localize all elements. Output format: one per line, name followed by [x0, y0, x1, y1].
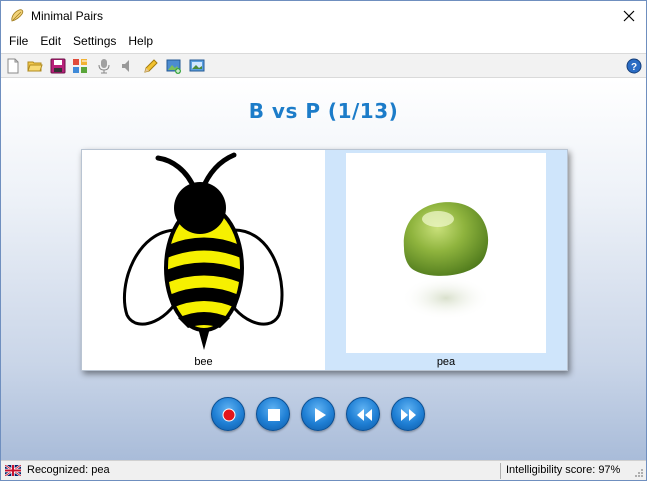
card-label-pea: pea: [436, 356, 456, 368]
new-icon[interactable]: [5, 58, 21, 74]
app-logo-icon: [11, 9, 24, 22]
pencil-icon[interactable]: [143, 58, 159, 74]
fast-forward-button[interactable]: [391, 397, 425, 431]
resize-grip-icon[interactable]: [634, 468, 644, 478]
card-pea[interactable]: pea: [325, 150, 567, 370]
menu-edit[interactable]: Edit: [34, 31, 67, 52]
rewind-icon: [357, 409, 372, 421]
close-button[interactable]: [612, 1, 646, 31]
microphone-icon[interactable]: [96, 58, 112, 74]
app-window: Minimal Pairs File Edit Settings Help ? …: [0, 0, 647, 481]
record-icon: [222, 408, 236, 422]
bee-icon: [122, 152, 284, 350]
intelligibility-score: Intelligibility score: 97%: [506, 464, 621, 476]
window-title: Minimal Pairs: [31, 9, 104, 23]
menu-settings[interactable]: Settings: [67, 31, 122, 52]
main-area: B vs P (1/13) bee pea: [1, 79, 646, 460]
speaker-icon[interactable]: [120, 58, 136, 74]
add-image-icon[interactable]: [166, 58, 182, 74]
play-button[interactable]: [301, 397, 335, 431]
menu-help[interactable]: Help: [122, 31, 159, 52]
pair-heading: B vs P (1/13): [248, 99, 399, 123]
save-icon[interactable]: [50, 58, 66, 74]
menu-bar: File Edit Settings Help: [1, 31, 646, 52]
record-button[interactable]: [211, 397, 245, 431]
svg-text:?: ?: [631, 62, 637, 73]
picture-pair: bee pea: [81, 149, 568, 371]
title-bar: Minimal Pairs: [1, 1, 646, 31]
close-icon: [623, 10, 635, 22]
stop-icon: [268, 409, 280, 421]
stop-button[interactable]: [256, 397, 290, 431]
toolbar: ?: [1, 53, 646, 78]
recognized-text: Recognized: pea: [27, 464, 110, 476]
status-divider: [500, 463, 501, 479]
picture-icon[interactable]: [189, 58, 205, 74]
card-bee[interactable]: bee: [82, 150, 325, 370]
playback-controls: [1, 397, 646, 433]
pea-image-frame: [346, 153, 546, 353]
play-icon: [315, 408, 326, 422]
pea-icon: [401, 202, 491, 320]
status-bar: Recognized: pea Intelligibility score: 9…: [1, 460, 646, 480]
uk-flag-icon[interactable]: [5, 465, 21, 476]
grid-icon[interactable]: [72, 58, 88, 74]
open-icon[interactable]: [27, 58, 43, 74]
card-label-bee: bee: [194, 356, 213, 368]
fast-forward-icon: [401, 409, 416, 421]
rewind-button[interactable]: [346, 397, 380, 431]
menu-file[interactable]: File: [3, 31, 34, 52]
help-icon[interactable]: ?: [626, 58, 642, 74]
